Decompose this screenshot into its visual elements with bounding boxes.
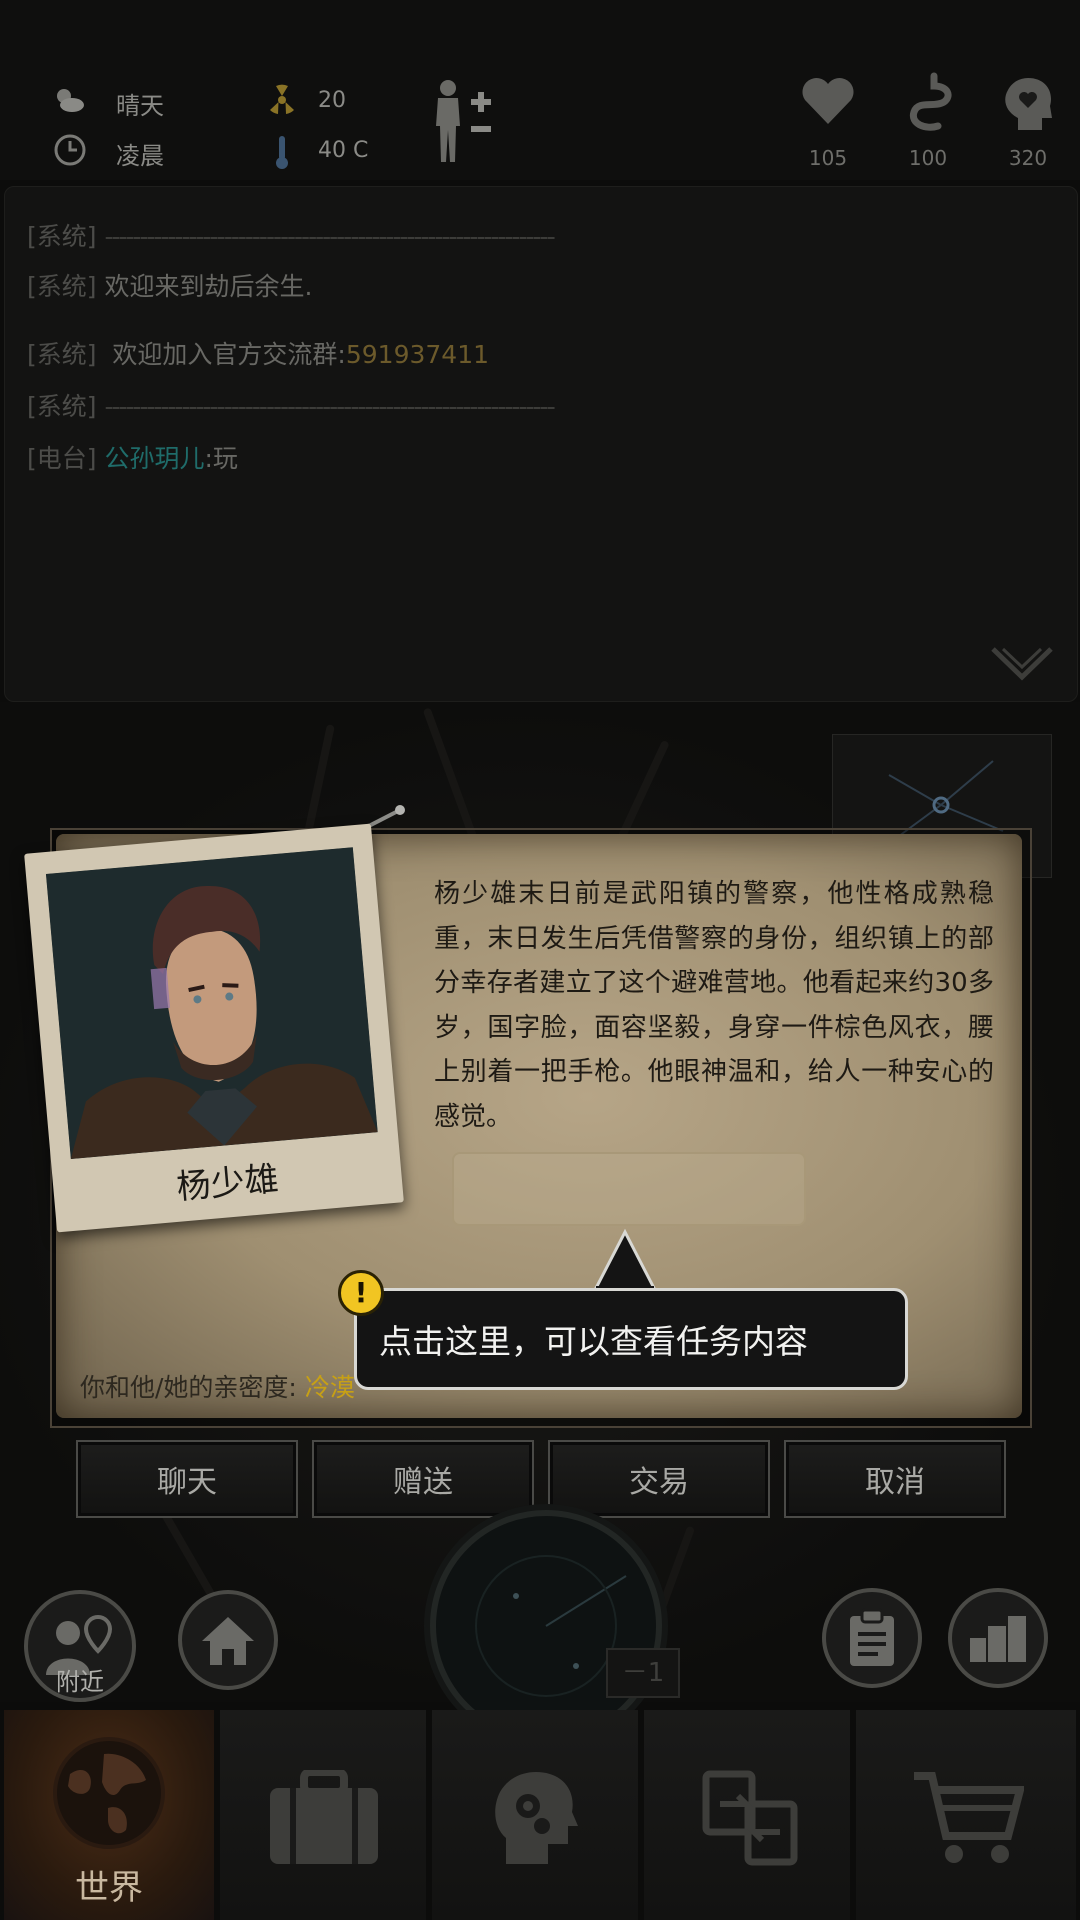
gift-button[interactable]: 赠送 bbox=[312, 1440, 534, 1518]
shelter-button[interactable] bbox=[948, 1588, 1048, 1688]
thermometer-icon bbox=[262, 132, 302, 172]
health-value: 105 bbox=[808, 146, 848, 170]
chat-line: [系统] -----------------------------------… bbox=[27, 392, 556, 421]
hunger-value: 100 bbox=[908, 146, 948, 170]
chat-username[interactable]: 公孙玥儿 bbox=[104, 444, 204, 473]
status-bar: 晴天 凌晨 20 40 C 105 100 320 bbox=[0, 0, 1080, 180]
chevron-down-icon[interactable] bbox=[989, 643, 1055, 683]
tasks-button[interactable] bbox=[822, 1588, 922, 1688]
suitcase-icon bbox=[270, 1770, 378, 1864]
home-button[interactable] bbox=[178, 1590, 278, 1690]
trade-button[interactable]: 交易 bbox=[548, 1440, 770, 1518]
globe-icon bbox=[53, 1737, 165, 1849]
stomach-icon[interactable] bbox=[904, 72, 960, 136]
group-number: 591937411 bbox=[345, 340, 490, 369]
chat-log[interactable]: [系统] -----------------------------------… bbox=[4, 186, 1078, 702]
chat-button[interactable]: 聊天 bbox=[76, 1440, 298, 1518]
intimacy-row: 你和他/她的亲密度: 冷漠 bbox=[80, 1368, 355, 1404]
temperature-value: 40 C bbox=[318, 138, 369, 163]
chat-line: [系统] 欢迎来到劫后余生. bbox=[27, 272, 313, 301]
body-status-icon[interactable] bbox=[428, 78, 498, 164]
intimacy-label: 你和他/她的亲密度: bbox=[80, 1373, 297, 1402]
radar[interactable] bbox=[430, 1510, 662, 1742]
clock-icon bbox=[50, 130, 90, 170]
nav-world-label: 世界 bbox=[75, 1868, 143, 1908]
tooltip-text: 点击这里，可以查看任务内容 bbox=[379, 1322, 808, 1361]
mind-icon[interactable] bbox=[1000, 74, 1056, 134]
npc-portrait-card: 杨少雄 bbox=[24, 823, 404, 1233]
heart-icon[interactable] bbox=[800, 76, 856, 132]
home-icon bbox=[202, 1617, 254, 1665]
npc-description: 杨少雄末日前是武阳镇的警察，他性格成熟稳重，末日发生后凭借警察的身份，组织镇上的… bbox=[434, 879, 994, 1132]
cancel-button[interactable]: 取消 bbox=[784, 1440, 1006, 1518]
radiation-icon bbox=[262, 80, 302, 120]
chat-line: [系统] 欢迎加入官方交流群:591937411 bbox=[27, 340, 490, 369]
nav-skills[interactable] bbox=[432, 1710, 638, 1920]
nav-exchange[interactable] bbox=[644, 1710, 850, 1920]
time-text: 凌晨 bbox=[116, 142, 164, 170]
tutorial-tooltip[interactable]: 点击这里，可以查看任务内容 bbox=[354, 1288, 908, 1390]
tooltip-pointer bbox=[590, 1228, 660, 1294]
quest-slot[interactable] bbox=[452, 1152, 806, 1226]
cart-icon bbox=[914, 1772, 1024, 1863]
nav-inventory[interactable] bbox=[220, 1710, 426, 1920]
brain-head-icon bbox=[495, 1772, 578, 1864]
exchange-icon bbox=[702, 1770, 798, 1866]
clipboard-icon bbox=[850, 1608, 894, 1666]
radar-counter: －1 bbox=[606, 1648, 680, 1698]
npc-portrait bbox=[45, 847, 378, 1159]
weather-text: 晴天 bbox=[116, 92, 164, 120]
warning-icon: ! bbox=[338, 1270, 384, 1316]
chat-line: [系统] -----------------------------------… bbox=[27, 222, 556, 251]
weather-icon bbox=[48, 80, 88, 120]
mood-value: 320 bbox=[1008, 146, 1048, 170]
radiation-value: 20 bbox=[318, 88, 346, 113]
intimacy-value: 冷漠 bbox=[304, 1373, 355, 1402]
nav-world[interactable]: 世界 bbox=[4, 1710, 214, 1920]
buildings-icon bbox=[970, 1616, 1026, 1662]
chat-line: [电台] 公孙玥儿:玩 bbox=[27, 444, 238, 473]
nearby-label: 附近 bbox=[56, 1668, 104, 1696]
nav-shop[interactable] bbox=[856, 1710, 1076, 1920]
